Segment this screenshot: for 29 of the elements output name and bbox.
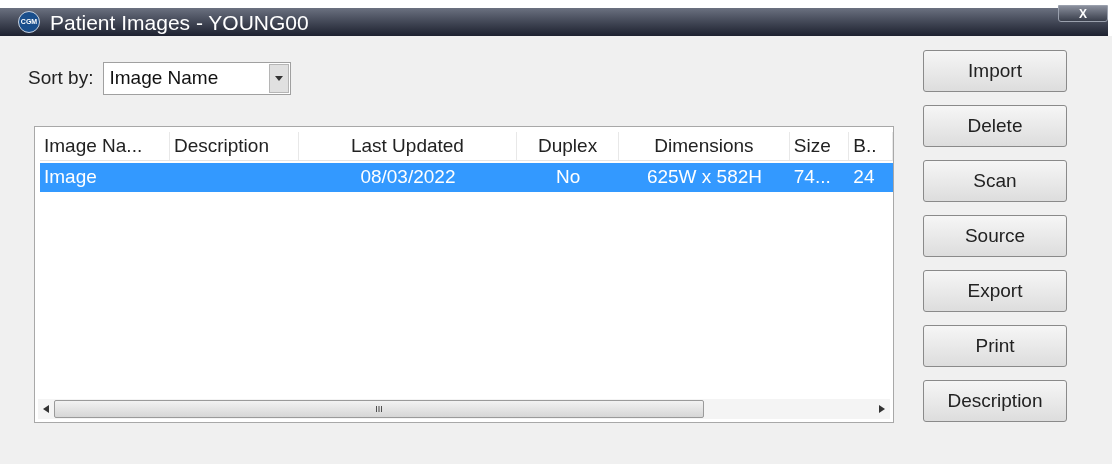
action-button[interactable]: Print	[923, 325, 1067, 367]
action-button[interactable]: Source	[923, 215, 1067, 257]
horizontal-scrollbar[interactable]: III	[38, 399, 890, 419]
scroll-right-icon[interactable]	[879, 405, 885, 413]
scroll-thumb[interactable]: III	[54, 400, 704, 418]
column-header[interactable]: B..	[849, 132, 893, 160]
action-button[interactable]: Description	[923, 380, 1067, 422]
column-header[interactable]: Dimensions	[619, 132, 790, 160]
column-header[interactable]: Description	[169, 132, 299, 160]
table-cell: Image	[44, 166, 97, 188]
table-cell: 74...	[793, 166, 831, 188]
scroll-left-icon[interactable]	[43, 405, 49, 413]
window-title: Patient Images - YOUNG00	[50, 11, 309, 33]
table-cell: 24	[853, 166, 875, 188]
table-cell: 08/03/2022	[360, 166, 456, 188]
column-header[interactable]: Last Updated	[298, 132, 517, 160]
action-button[interactable]: Scan	[923, 160, 1067, 202]
table-cell: No	[555, 166, 581, 188]
sort-label: Sort by:	[28, 66, 94, 91]
action-button[interactable]: Export	[923, 270, 1067, 312]
sort-dropdown[interactable]: Image Name	[103, 62, 292, 95]
column-header[interactable]: Duplex	[517, 132, 620, 160]
column-header[interactable]: Image Na...	[40, 132, 170, 160]
action-button[interactable]: Import	[923, 50, 1067, 92]
table-cell: 625W x 582H	[646, 166, 763, 188]
dropdown-caret-icon	[269, 64, 290, 93]
close-button[interactable]: X	[1058, 5, 1108, 22]
column-header[interactable]: Size	[789, 132, 850, 160]
action-button[interactable]: Delete	[923, 105, 1067, 147]
